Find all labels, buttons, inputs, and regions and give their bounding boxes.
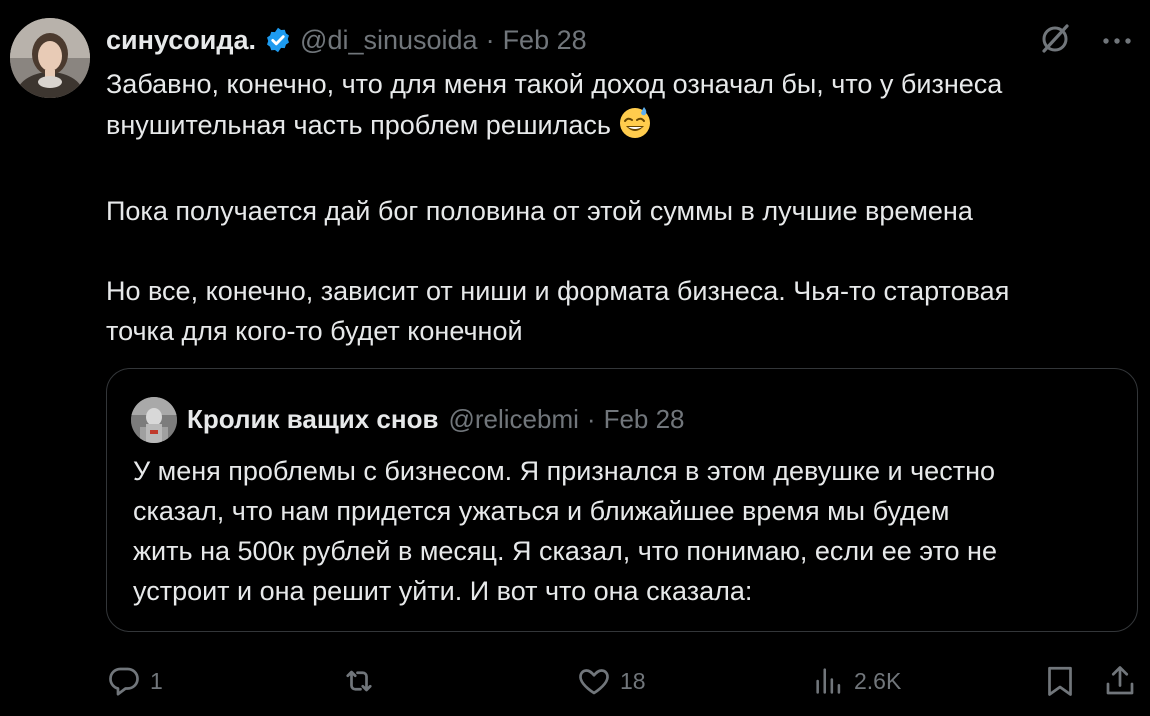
reply-count: 1 <box>150 667 163 694</box>
post-paragraph: Забавно, конечно, что для меня такой дох… <box>106 64 1136 151</box>
views-icon <box>816 668 841 694</box>
author-avatar-image <box>10 18 90 98</box>
grinning-sweat-emoji <box>617 104 653 151</box>
repost-icon <box>346 670 372 692</box>
post-date[interactable]: Feb 28 <box>503 25 587 56</box>
bookmark-icon <box>1048 666 1072 696</box>
views-count: 2.6K <box>854 667 902 694</box>
quoted-author-avatar <box>131 397 177 443</box>
quoted-post-header: Кролик ващих снов @relicebmi · Feb 28 <box>187 399 685 439</box>
share-button[interactable] <box>1102 656 1138 706</box>
author-handle[interactable]: @di_sinusoida <box>300 25 478 56</box>
quoted-text-line: жить на 500к рублей в месяц. Я сказал, ч… <box>133 536 997 566</box>
verified-badge-icon <box>267 27 289 53</box>
post-text-line: Пока получается дай бог половина от этой… <box>106 196 973 226</box>
action-bar: 1 18 2.6K <box>106 656 1140 706</box>
share-icon <box>1106 666 1134 695</box>
post-text-line-content: внушительная часть проблем решилась <box>106 110 611 140</box>
repost-button[interactable] <box>340 656 386 706</box>
like-count: 18 <box>620 667 646 694</box>
bookmark-button[interactable] <box>1042 656 1078 706</box>
post-paragraph: Но все, конечно, зависит от ниши и форма… <box>106 271 1136 351</box>
quoted-author-handle: @relicebmi <box>448 403 579 434</box>
views-button[interactable]: 2.6K <box>812 656 901 706</box>
quoted-text-line: устроит и она решит уйти. И вот что она … <box>133 576 753 606</box>
separator-dot: · <box>485 24 495 55</box>
quoted-author-name: Кролик ващих снов <box>187 403 439 434</box>
top-actions <box>1038 22 1132 61</box>
reply-icon <box>109 667 139 696</box>
like-button[interactable]: 18 <box>576 656 646 706</box>
quoted-post-card[interactable]: Кролик ващих снов @relicebmi · Feb 28 У … <box>106 368 1138 632</box>
separator-dot: · <box>586 403 596 434</box>
like-icon <box>579 669 609 695</box>
quoted-text-line: У меня проблемы с бизнесом. Я признался … <box>133 456 995 486</box>
post-text-line: точка для кого-то будет конечной <box>106 316 523 346</box>
more-icon[interactable] <box>1102 33 1132 51</box>
post-paragraph: Пока получается дай бог половина от этой… <box>106 191 1136 231</box>
post-text-line: Забавно, конечно, что для меня такой дох… <box>106 69 1003 99</box>
post-header: синусоида. @di_sinusoida · Feb 28 <box>106 20 587 60</box>
post-text: Забавно, конечно, что для меня такой дох… <box>106 64 1136 391</box>
reply-button[interactable]: 1 <box>106 656 163 706</box>
quoted-text-line: сказал, что нам придется ужаться и ближа… <box>133 496 950 526</box>
post-text-line: Но все, конечно, зависит от ниши и форма… <box>106 276 1010 306</box>
post-text-line: внушительная часть проблем решилась <box>106 104 1136 151</box>
author-name[interactable]: синусоида. <box>106 25 256 56</box>
author-avatar[interactable] <box>10 18 90 98</box>
quoted-post-text: У меня проблемы с бизнесом. Я признался … <box>133 451 1123 611</box>
grok-icon[interactable] <box>1038 22 1072 61</box>
quoted-post-date: Feb 28 <box>603 403 685 434</box>
